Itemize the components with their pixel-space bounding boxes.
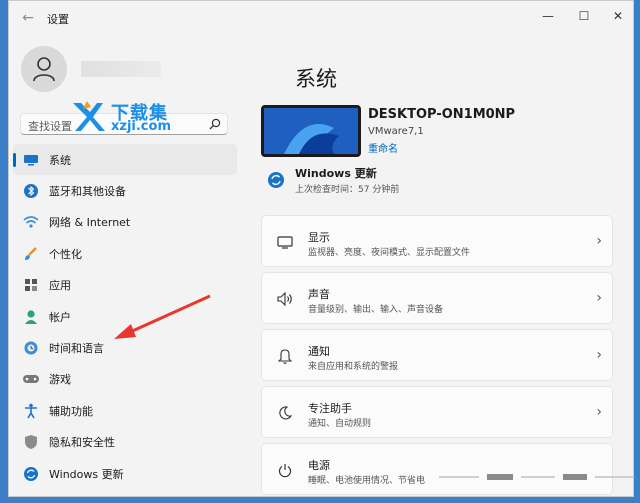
annotation-arrow <box>114 294 211 339</box>
